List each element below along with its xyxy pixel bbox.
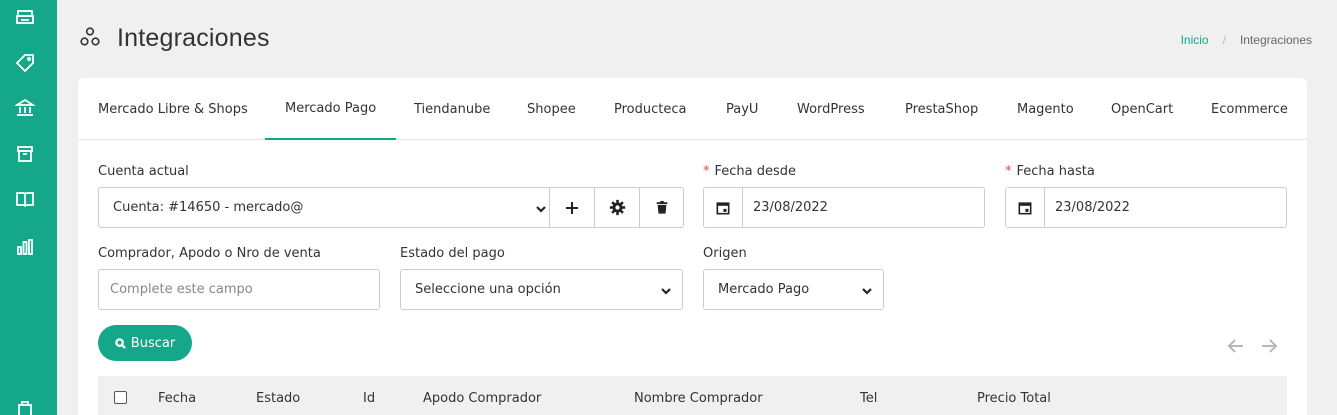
tab-mercado-libre-shops[interactable]: Mercado Libre & Shops bbox=[98, 78, 248, 140]
account-select-value: Cuenta: #14650 - mercado@ bbox=[113, 200, 304, 215]
add-account-button[interactable] bbox=[549, 187, 594, 228]
column-header-precio-total[interactable]: Precio Total bbox=[977, 376, 1051, 415]
payment-status-label: Estado del pago bbox=[400, 246, 505, 261]
payment-status-value: Seleccione una opción bbox=[415, 282, 561, 297]
date-to-label: * Fecha hasta bbox=[1005, 164, 1095, 179]
tab-producteca[interactable]: Producteca bbox=[614, 78, 686, 140]
delete-account-button[interactable] bbox=[639, 187, 684, 228]
breadcrumb: Inicio / Integraciones bbox=[1181, 33, 1312, 47]
required-mark: * bbox=[1005, 164, 1012, 179]
breadcrumb-separator: / bbox=[1222, 33, 1226, 47]
tab-mercado-pago[interactable]: Mercado Pago bbox=[265, 78, 397, 140]
account-settings-button[interactable] bbox=[594, 187, 639, 228]
bar-chart-icon[interactable] bbox=[14, 236, 36, 258]
chevron-down-icon bbox=[661, 285, 671, 295]
integration-tabs: Mercado Libre & Shops Mercado Pago Tiend… bbox=[78, 78, 1307, 140]
column-header-tel[interactable]: Tel bbox=[860, 376, 877, 415]
tab-tiendanube[interactable]: Tiendanube bbox=[414, 78, 490, 140]
search-button[interactable]: Buscar bbox=[98, 325, 192, 361]
origin-select[interactable]: Mercado Pago bbox=[703, 269, 884, 310]
bank-icon[interactable] bbox=[14, 97, 36, 119]
payment-status-select[interactable]: Seleccione una opción bbox=[400, 269, 683, 310]
date-to-field[interactable]: 23/08/2022 bbox=[1005, 187, 1287, 228]
column-header-apodo-comprador[interactable]: Apodo Comprador bbox=[423, 376, 541, 415]
integrations-icon bbox=[79, 26, 101, 52]
column-header-estado[interactable]: Estado bbox=[256, 376, 300, 415]
arrow-right-icon bbox=[1262, 339, 1278, 353]
required-mark: * bbox=[703, 164, 710, 179]
calendar-icon[interactable] bbox=[704, 188, 743, 227]
tab-shopee[interactable]: Shopee bbox=[527, 78, 576, 140]
date-from-label-text: Fecha desde bbox=[714, 164, 797, 179]
sidebar bbox=[0, 0, 57, 415]
tab-magento[interactable]: Magento bbox=[1017, 78, 1074, 140]
printer-icon[interactable] bbox=[14, 7, 36, 29]
date-from-label: * Fecha desde bbox=[703, 164, 796, 179]
search-icon bbox=[115, 337, 126, 349]
page-title-group: Integraciones bbox=[79, 24, 270, 53]
account-select[interactable]: Cuenta: #14650 - mercado@ bbox=[99, 188, 549, 227]
page-header: Integraciones Inicio / Integraciones bbox=[57, 0, 1337, 78]
tab-payu[interactable]: PayU bbox=[726, 78, 758, 140]
select-all-checkbox[interactable] bbox=[114, 391, 127, 404]
integrations-card: Mercado Libre & Shops Mercado Pago Tiend… bbox=[78, 78, 1307, 415]
origin-value: Mercado Pago bbox=[718, 282, 810, 297]
search-button-label: Buscar bbox=[130, 335, 176, 351]
account-label: Cuenta actual bbox=[98, 164, 189, 179]
buyer-search-placeholder: Complete este campo bbox=[110, 282, 253, 297]
date-from-value: 23/08/2022 bbox=[753, 200, 828, 215]
calendar-icon[interactable] bbox=[1006, 188, 1045, 227]
box-icon[interactable] bbox=[14, 143, 36, 165]
column-header-nombre-comprador[interactable]: Nombre Comprador bbox=[634, 376, 763, 415]
column-header-fecha[interactable]: Fecha bbox=[158, 376, 196, 415]
payments-table-header: Fecha Estado Id Apodo Comprador Nombre C… bbox=[98, 376, 1287, 415]
book-icon[interactable] bbox=[14, 188, 36, 210]
page-title: Integraciones bbox=[117, 24, 270, 52]
next-page-button[interactable] bbox=[1259, 336, 1279, 356]
tab-wordpress[interactable]: WordPress bbox=[797, 78, 865, 140]
tag-icon[interactable] bbox=[14, 52, 36, 74]
trash-icon bbox=[656, 200, 668, 214]
date-to-value: 23/08/2022 bbox=[1055, 200, 1130, 215]
buyer-label: Comprador, Apodo o Nro de venta bbox=[98, 246, 321, 261]
column-header-id[interactable]: Id bbox=[363, 376, 375, 415]
chevron-down-icon bbox=[536, 203, 546, 213]
tab-ecommerce[interactable]: Ecommerce bbox=[1211, 78, 1288, 140]
buyer-search-input[interactable]: Complete este campo bbox=[98, 269, 380, 310]
tab-prestashop[interactable]: PrestaShop bbox=[905, 78, 978, 140]
date-from-field[interactable]: 23/08/2022 bbox=[703, 187, 985, 228]
bag-icon[interactable] bbox=[14, 398, 36, 415]
breadcrumb-home-link[interactable]: Inicio bbox=[1181, 33, 1209, 47]
breadcrumb-current: Integraciones bbox=[1239, 33, 1312, 47]
origin-label: Origen bbox=[703, 246, 747, 261]
tab-opencart[interactable]: OpenCart bbox=[1111, 78, 1173, 140]
previous-page-button[interactable] bbox=[1226, 336, 1246, 356]
chevron-down-icon bbox=[862, 285, 872, 295]
account-select-group: Cuenta: #14650 - mercado@ bbox=[98, 187, 684, 228]
date-to-label-text: Fecha hasta bbox=[1016, 164, 1095, 179]
plus-icon bbox=[566, 201, 578, 214]
arrow-left-icon bbox=[1227, 339, 1243, 353]
gear-icon bbox=[609, 199, 625, 216]
